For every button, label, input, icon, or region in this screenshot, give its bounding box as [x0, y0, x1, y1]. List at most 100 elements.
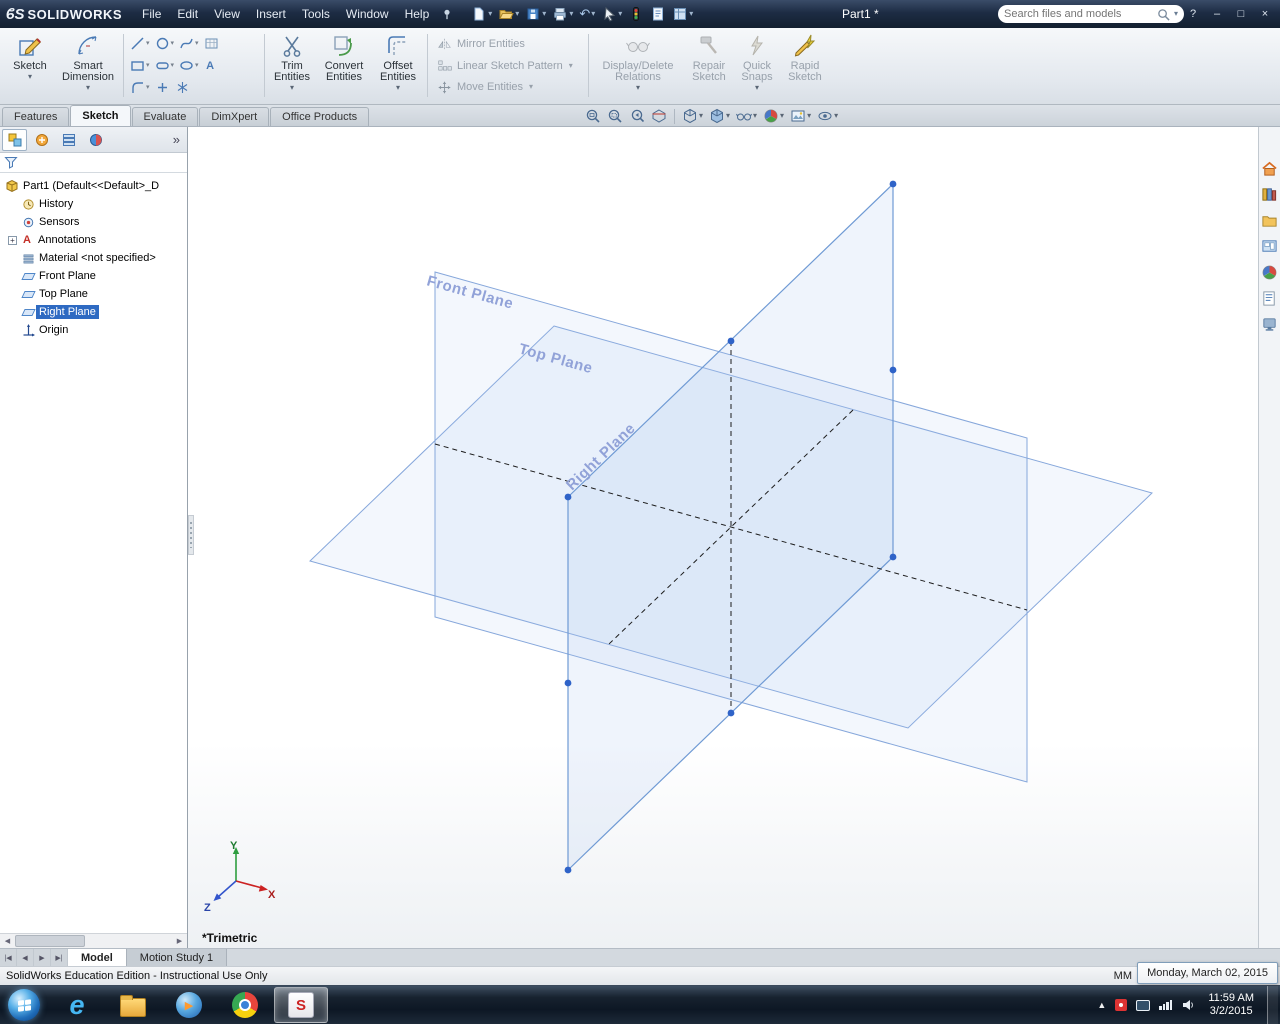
sketch-button[interactable]: Sketch ▾ [4, 30, 56, 101]
view-orientation-button[interactable]: ▾ [681, 107, 704, 125]
edit-appearance-button[interactable]: ▾ [762, 107, 785, 125]
appearances-scenes-icon[interactable] [1260, 263, 1279, 282]
first-tab-button[interactable]: |◀ [0, 949, 17, 966]
display-delete-relations-button[interactable]: Display/Delete Relations ▾ [592, 30, 684, 101]
select-pointer-button[interactable]: ▾ [599, 3, 624, 25]
previous-tab-button[interactable]: ◀ [17, 949, 34, 966]
point-tool-button[interactable] [154, 79, 171, 96]
custom-properties-icon[interactable] [1260, 289, 1279, 308]
tree-item-part1[interactable]: Part1 (Default<<Default>_D [0, 177, 187, 195]
file-properties-button[interactable] [648, 3, 668, 25]
scroll-right-button[interactable]: ▶ [172, 937, 187, 945]
pin-menu-icon[interactable] [441, 8, 453, 20]
tree-item-annotations[interactable]: + A Annotations [0, 231, 187, 249]
filter-funnel-icon[interactable] [4, 156, 18, 170]
undo-button[interactable]: ↶ ▾ [577, 3, 597, 25]
chrome-icon[interactable] [218, 987, 272, 1023]
section-view-button[interactable] [650, 107, 668, 125]
taskbar-clock[interactable]: 11:59 AM 3/2/2015 [1204, 992, 1258, 1018]
scrollbar-thumb[interactable] [15, 935, 85, 947]
fillet-tool-button[interactable]: ▾ [129, 79, 151, 96]
search-caret-icon[interactable]: ▾ [1174, 10, 1178, 18]
internet-explorer-icon[interactable]: e [50, 987, 104, 1023]
minimize-button[interactable]: – [1206, 5, 1228, 23]
repair-sketch-button[interactable]: Repair Sketch [684, 30, 734, 101]
quick-snaps-button[interactable]: Quick Snaps ▾ [734, 30, 780, 101]
open-button[interactable]: ▾ [496, 3, 521, 25]
tree-item-right-plane[interactable]: Right Plane [0, 303, 187, 321]
tree-item-front-plane[interactable]: Front Plane [0, 267, 187, 285]
expand-icon[interactable]: + [8, 235, 17, 245]
menu-window[interactable]: Window [338, 3, 397, 25]
linear-sketch-pattern-button[interactable]: Linear Sketch Pattern ▾ [435, 56, 581, 76]
tree-item-material[interactable]: Material <not specified> [0, 249, 187, 267]
start-button[interactable] [8, 989, 40, 1021]
move-entities-button[interactable]: Move Entities ▾ [435, 77, 581, 97]
search-icon[interactable] [1157, 8, 1170, 21]
zoom-to-area-button[interactable] [606, 107, 624, 125]
new-document-button[interactable]: ▾ [469, 3, 494, 25]
menu-insert[interactable]: Insert [248, 3, 294, 25]
print-button[interactable]: ▾ [550, 3, 575, 25]
solidworks-resources-icon[interactable] [1260, 159, 1279, 178]
rebuild-button[interactable] [626, 3, 646, 25]
options-button[interactable]: ▾ [670, 3, 695, 25]
convert-entities-button[interactable]: Convert Entities [316, 30, 372, 101]
display-manager-tab[interactable] [83, 129, 108, 151]
help-button[interactable]: ? [1182, 5, 1204, 23]
menu-file[interactable]: File [134, 3, 169, 25]
previous-view-button[interactable] [628, 107, 646, 125]
tree-item-sensors[interactable]: Sensors [0, 213, 187, 231]
tab-sketch[interactable]: Sketch [70, 105, 131, 126]
tab-model[interactable]: Model [68, 949, 127, 966]
panel-expand-chevron[interactable]: » [168, 132, 185, 147]
rapid-sketch-button[interactable]: Rapid Sketch [780, 30, 830, 101]
zoom-to-fit-button[interactable] [584, 107, 602, 125]
sketch-picture-button[interactable] [203, 35, 220, 52]
tree-item-origin[interactable]: Origin [0, 321, 187, 339]
trim-entities-button[interactable]: Trim Entities ▾ [268, 30, 316, 101]
next-tab-button[interactable]: ▶ [34, 949, 51, 966]
solidworks-taskbar-icon[interactable]: S [274, 987, 328, 1023]
display-style-button[interactable]: ▾ [708, 107, 731, 125]
spline-tool-button[interactable]: ▾ [178, 35, 200, 52]
tree-item-top-plane[interactable]: Top Plane [0, 285, 187, 303]
file-explorer-taskbar-icon[interactable] [106, 987, 160, 1023]
show-desktop-button[interactable] [1267, 985, 1278, 1024]
apply-scene-button[interactable]: ▾ [789, 107, 812, 125]
scrollbar-track[interactable] [15, 934, 172, 948]
volume-icon[interactable] [1181, 998, 1195, 1012]
graphics-viewport[interactable]: Front Plane Top Plane Right Plane Y X Z … [188, 127, 1280, 948]
last-tab-button[interactable]: ▶| [51, 949, 68, 966]
restore-button[interactable]: □ [1230, 5, 1252, 23]
close-button[interactable]: × [1254, 5, 1276, 23]
show-hidden-icons-button[interactable]: ▲ [1097, 1000, 1106, 1010]
smart-dimension-button[interactable]: Smart Dimension ▾ [56, 30, 120, 101]
circle-tool-button[interactable]: ▾ [154, 35, 176, 52]
tree-item-history[interactable]: History [0, 195, 187, 213]
text-tool-button[interactable]: A [203, 59, 218, 73]
offset-entities-button[interactable]: Offset Entities ▾ [372, 30, 424, 101]
tab-dimxpert[interactable]: DimXpert [199, 107, 270, 126]
view-settings-button[interactable]: ▾ [816, 107, 839, 125]
menu-tools[interactable]: Tools [294, 3, 338, 25]
property-manager-tab[interactable] [29, 129, 54, 151]
tab-features[interactable]: Features [2, 107, 70, 126]
menu-help[interactable]: Help [397, 3, 438, 25]
hide-show-items-button[interactable]: ▾ [735, 107, 758, 125]
menu-view[interactable]: View [206, 3, 248, 25]
rectangle-tool-button[interactable]: ▾ [129, 57, 151, 74]
mirror-entities-button[interactable]: Mirror Entities [435, 34, 581, 54]
feature-manager-tree-tab[interactable] [2, 128, 27, 151]
search-input[interactable] [1004, 8, 1154, 20]
network-signal-icon[interactable] [1159, 1000, 1173, 1010]
document-recovery-icon[interactable] [1260, 315, 1279, 334]
design-library-icon[interactable] [1260, 185, 1279, 204]
scroll-left-button[interactable]: ◀ [0, 937, 15, 945]
panel-splitter-handle[interactable] [188, 515, 194, 555]
tray-app-icon[interactable] [1115, 999, 1128, 1011]
configuration-manager-tab[interactable] [56, 129, 81, 151]
unit-system-indicator[interactable]: MM [1114, 970, 1132, 982]
line-tool-button[interactable]: ▾ [129, 35, 151, 52]
tab-evaluate[interactable]: Evaluate [131, 107, 199, 126]
